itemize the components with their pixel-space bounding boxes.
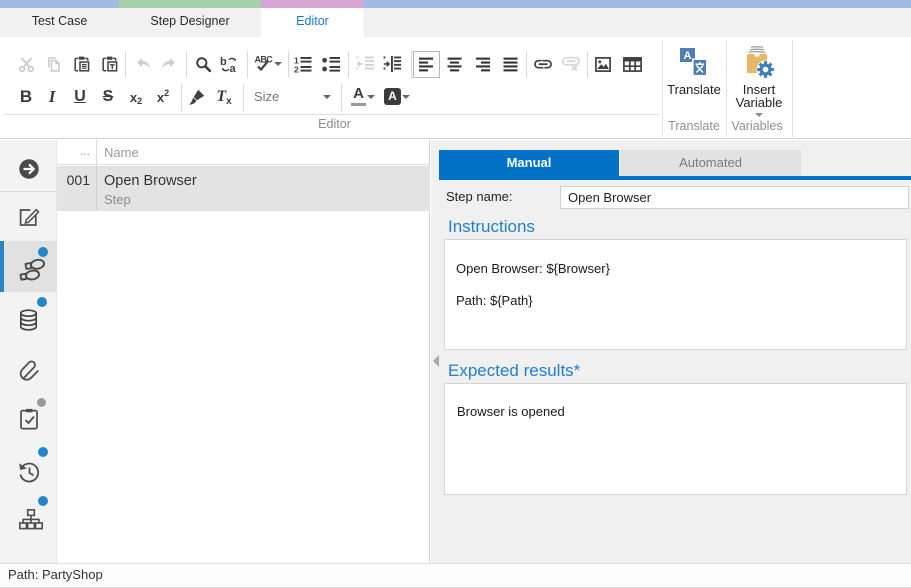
svg-text:b: b — [220, 56, 227, 68]
svg-text:2: 2 — [294, 64, 299, 73]
svg-text:a: a — [230, 63, 237, 73]
svg-text:ABC: ABC — [255, 55, 274, 65]
svg-text:A: A — [684, 50, 692, 62]
